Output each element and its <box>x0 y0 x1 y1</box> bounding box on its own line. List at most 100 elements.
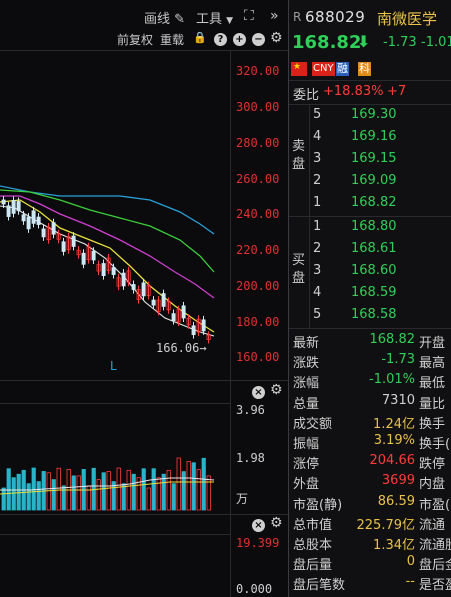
sell-price[interactable]: 169.16 <box>351 129 397 144</box>
zoom-in-icon[interactable]: + <box>233 33 246 46</box>
quote-panel: R 688029 南微医学 168.82 ⬇ -1.73 -1.01 ★ CNY… <box>289 0 451 597</box>
stat-label: 最新 <box>293 336 320 351</box>
stat-value: 168.82 <box>369 332 416 347</box>
overlay-button[interactable]: 重载 <box>160 31 184 48</box>
volume-y-tick: 3.96 <box>236 403 265 417</box>
volume-bar <box>56 467 61 511</box>
buy-level: 3 <box>313 263 322 278</box>
stat-value: -- <box>405 574 415 590</box>
indicator-y-tick: 0.000 <box>236 582 273 596</box>
volume-y-tick: 1.98 <box>236 451 265 465</box>
buy-price[interactable]: 168.61 <box>351 241 397 256</box>
volume-bar <box>106 471 111 511</box>
volume-bar <box>31 467 36 511</box>
y-tick: 280.00 <box>236 136 280 150</box>
divider <box>289 104 451 105</box>
stat-value: 1.24亿 <box>373 416 415 432</box>
volume-bar <box>6 468 11 511</box>
double-chevron-right-icon[interactable]: » <box>270 8 279 24</box>
volume-bar <box>131 473 136 511</box>
down-arrow-icon: ⬇ <box>357 32 371 51</box>
candle <box>41 228 46 238</box>
candle <box>171 313 176 322</box>
y-tick: 200.00 <box>236 279 280 293</box>
sell-level: 3 <box>313 151 322 166</box>
close-panel-icon[interactable]: × <box>252 386 265 399</box>
volume-bar <box>26 483 31 511</box>
candle <box>141 282 146 297</box>
fullscreen-icon[interactable]: ⛶ <box>244 8 254 24</box>
candle <box>36 216 41 225</box>
sell-price[interactable]: 168.82 <box>351 195 397 210</box>
sell-price[interactable]: 169.09 <box>351 173 397 188</box>
chart-area[interactable]: 画线 ✎ 工具 ▼ ⛶ » 前复权 重载 🔒 ? + − ⚙ 166.06→ L… <box>0 0 288 597</box>
tools-menu-button[interactable]: 工具 ▼ <box>196 8 233 27</box>
caret-down-icon: ▼ <box>226 16 234 26</box>
divider <box>289 80 451 81</box>
info-icon[interactable]: ? <box>214 33 227 46</box>
volume-bar <box>61 485 66 511</box>
volume-bar <box>166 469 171 511</box>
candle <box>91 250 96 261</box>
volume-chart[interactable] <box>0 404 230 514</box>
stock-name: 南微医学 <box>377 10 438 28</box>
stat-label-secondary: 开盘 <box>419 336 446 351</box>
stat-value: 0 <box>406 554 415 570</box>
stat-label-secondary: 市盈( <box>419 497 451 513</box>
stat-label-secondary: 换手 <box>419 416 446 432</box>
divider <box>289 216 451 217</box>
volume-bar <box>121 483 126 511</box>
draw-line-button[interactable]: 画线 ✎ <box>144 8 185 27</box>
volume-bar <box>151 468 156 511</box>
sell-level: 5 <box>313 107 322 122</box>
weibi-label: 委比 <box>293 88 320 103</box>
sell-side-label: 卖盘 <box>292 139 306 172</box>
stat-label-secondary: 流通 <box>419 517 446 533</box>
settings-gear-icon[interactable]: ⚙ <box>270 515 283 531</box>
pencil-icon: ✎ <box>174 12 186 27</box>
stat-value: 204.66 <box>369 453 416 469</box>
volume-bar <box>141 468 146 511</box>
sell-level: 1 <box>313 195 322 210</box>
divider <box>309 104 310 216</box>
candlestick-chart[interactable]: 166.06→ L <box>0 50 230 380</box>
lock-icon[interactable]: 🔒 <box>193 31 207 44</box>
y-tick: 220.00 <box>236 243 280 257</box>
volume-bar <box>51 479 56 511</box>
price-change-pct: -1.01 <box>421 35 451 50</box>
candle <box>26 216 31 230</box>
candle <box>71 235 76 247</box>
settings-gear-icon[interactable]: ⚙ <box>270 382 283 398</box>
star-market-tag: 科 <box>358 62 371 76</box>
y-tick: 260.00 <box>236 172 280 186</box>
y-tick: 320.00 <box>236 64 280 78</box>
china-flag-icon: ★ <box>291 62 307 76</box>
settings-gear-icon[interactable]: ⚙ <box>270 30 283 46</box>
stat-label-secondary: 是否盈 <box>419 578 451 594</box>
volume-bar <box>76 475 81 511</box>
stat-label: 总股本 <box>293 538 333 553</box>
sell-price[interactable]: 169.30 <box>351 107 397 122</box>
buy-price[interactable]: 168.59 <box>351 285 397 300</box>
weibi-diff: +7 <box>387 84 407 99</box>
volume-bar <box>201 457 206 511</box>
close-panel-icon[interactable]: × <box>252 519 265 532</box>
volume-bar <box>116 467 121 511</box>
candles-group <box>1 196 211 344</box>
stat-label-secondary: 盘后金 <box>419 558 451 574</box>
badge-r: R <box>293 10 302 24</box>
buy-price[interactable]: 168.60 <box>351 263 397 278</box>
sell-price[interactable]: 169.15 <box>351 151 397 166</box>
stat-label-secondary: 最高 <box>419 356 446 372</box>
y-tick: 180.00 <box>236 315 280 329</box>
zoom-out-icon[interactable]: − <box>252 33 265 46</box>
volume-bar <box>186 461 191 511</box>
volume-bar <box>101 472 106 511</box>
currency-tag: CNY <box>312 62 335 76</box>
buy-price[interactable]: 168.80 <box>351 219 397 234</box>
volume-bar <box>126 469 131 511</box>
buy-price[interactable]: 168.58 <box>351 307 397 322</box>
divider <box>0 534 230 535</box>
adjust-mode-button[interactable]: 前复权 <box>117 31 153 48</box>
y-tick: 160.00 <box>236 350 280 364</box>
